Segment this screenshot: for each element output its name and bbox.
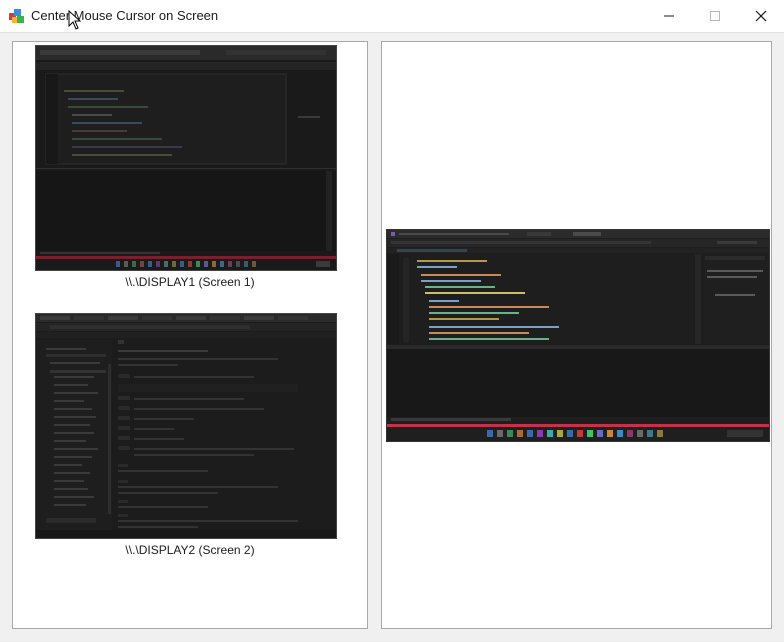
maximize-icon (710, 11, 720, 21)
close-button[interactable] (738, 0, 784, 32)
minimize-button[interactable] (646, 0, 692, 32)
window-title: Center Mouse Cursor on Screen (31, 8, 219, 23)
minimize-icon (664, 15, 674, 17)
app-icon (9, 9, 24, 23)
maximize-button[interactable] (692, 0, 738, 32)
display-2-thumbnail[interactable] (35, 313, 337, 539)
title-bar: Center Mouse Cursor on Screen (0, 0, 784, 33)
selected-display-screenshot (387, 230, 769, 441)
display-2-label: \\.\DISPLAY2 (Screen 2) (125, 543, 255, 557)
display-1-label: \\.\DISPLAY1 (Screen 1) (125, 275, 255, 289)
selected-display-preview[interactable] (386, 229, 770, 442)
mouse-cursor-icon (68, 10, 82, 30)
display-preview-panel (381, 41, 772, 629)
display-1-thumbnail[interactable] (35, 45, 337, 271)
display-1-screenshot (36, 46, 336, 270)
close-icon (755, 10, 767, 22)
display-list-panel: \\.\DISPLAY1 (Screen 1) \\.\DISPLAY2 (Sc… (12, 41, 368, 629)
display-2-screenshot (36, 314, 336, 538)
